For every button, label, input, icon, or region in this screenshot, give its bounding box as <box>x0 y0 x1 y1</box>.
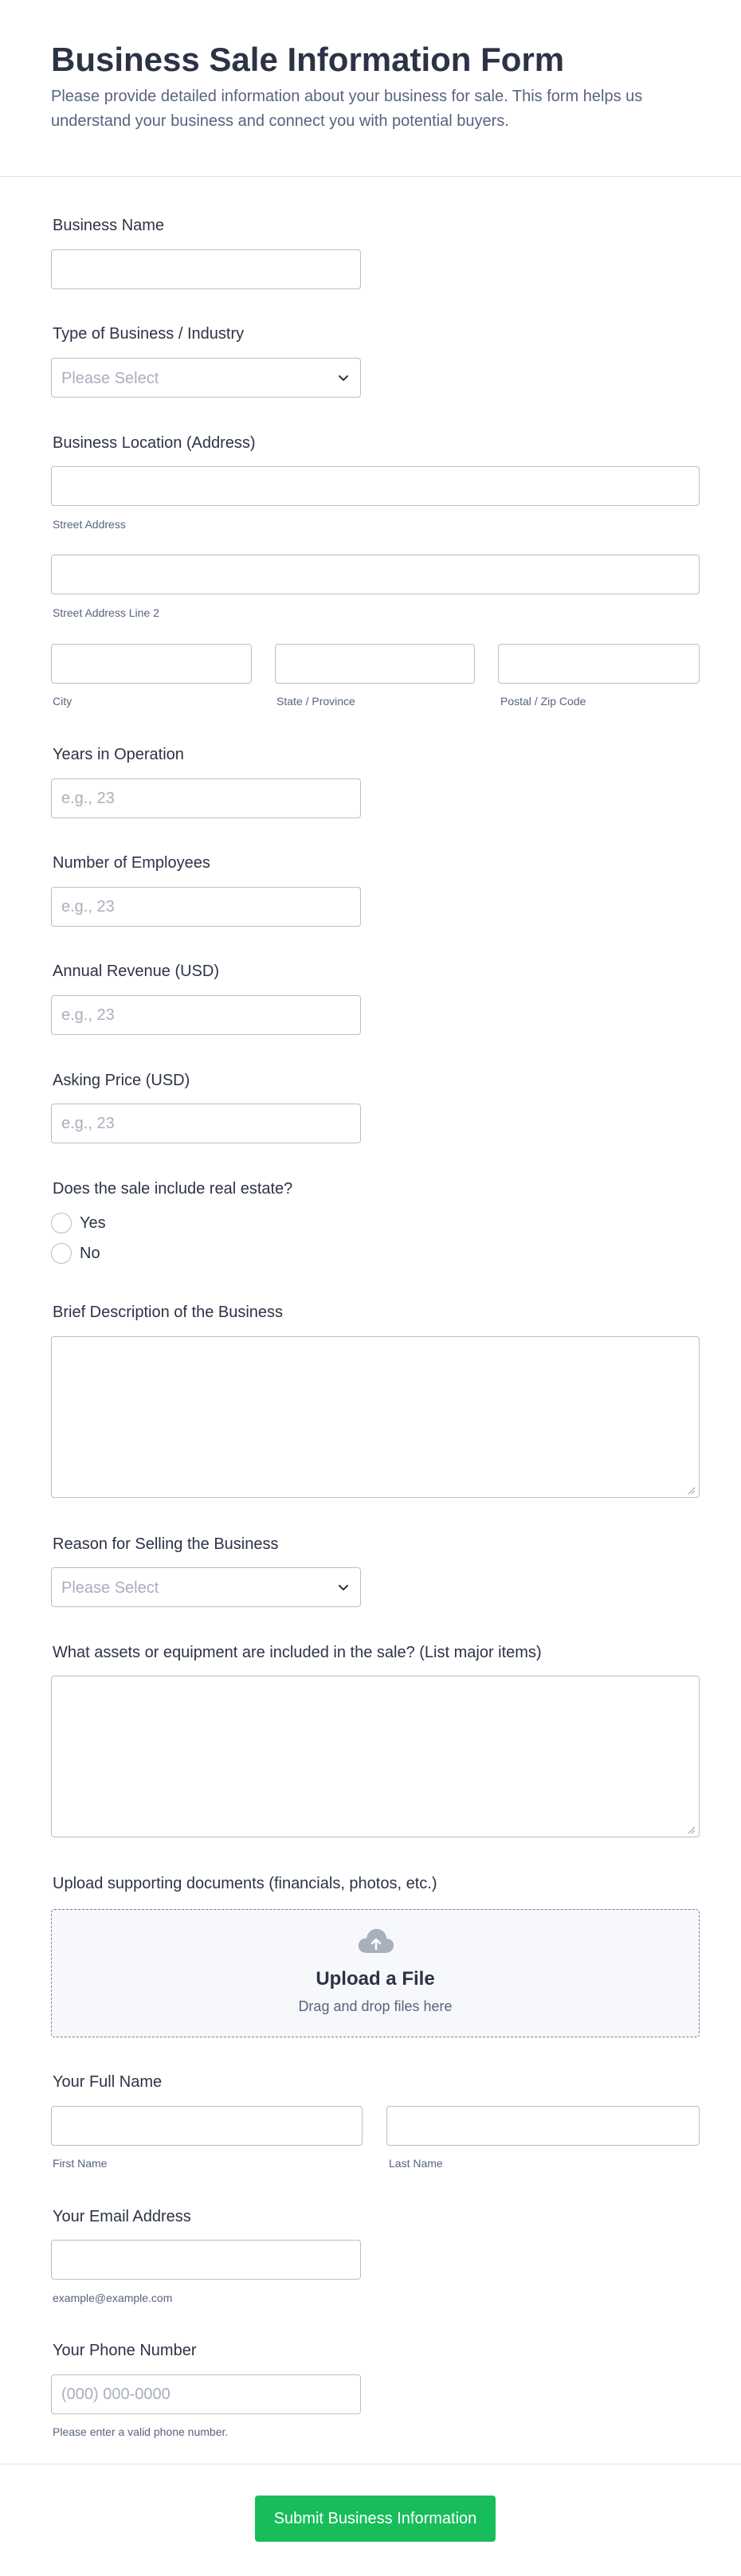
upload-hint: Drag and drop files here <box>298 1998 453 2014</box>
location-label: Business Location (Address) <box>53 434 256 452</box>
form-header: Business Sale Information Form Please pr… <box>0 0 741 177</box>
asking-price-label: Asking Price (USD) <box>53 1072 190 1089</box>
last-name-input[interactable] <box>386 2106 700 2146</box>
asking-price-input[interactable] <box>51 1104 361 1143</box>
reason-select-value: Please Select <box>61 1579 159 1597</box>
chevron-down-icon <box>339 375 348 381</box>
assets-label: What assets or equipment are included in… <box>53 1644 542 1661</box>
street-address-line2-input[interactable] <box>51 555 700 594</box>
page-subtitle: Please provide detailed information abou… <box>51 88 643 130</box>
business-type-select-value: Please Select <box>61 370 159 387</box>
file-upload-dropzone[interactable]: Upload a File Drag and drop files here <box>51 1909 700 2037</box>
postal-code-input[interactable] <box>498 644 700 684</box>
street-address-line2-sublabel: Street Address Line 2 <box>53 606 159 619</box>
form-page: Business Sale Information Form Please pr… <box>0 0 741 2576</box>
postal-code-sublabel: Postal / Zip Code <box>500 695 586 708</box>
revenue-input[interactable] <box>51 995 361 1035</box>
employees-label: Number of Employees <box>53 854 210 872</box>
years-label: Years in Operation <box>53 746 184 763</box>
real-estate-yes-label[interactable]: Yes <box>80 1213 106 1233</box>
description-textarea[interactable] <box>51 1336 700 1498</box>
years-input[interactable] <box>51 778 361 818</box>
street-address-sublabel: Street Address <box>53 518 126 531</box>
phone-label: Your Phone Number <box>53 2342 197 2359</box>
phone-input[interactable] <box>51 2374 361 2414</box>
last-name-sublabel: Last Name <box>389 2157 443 2170</box>
state-sublabel: State / Province <box>276 695 355 708</box>
first-name-sublabel: First Name <box>53 2157 108 2170</box>
email-label: Your Email Address <box>53 2208 191 2225</box>
email-hint: example@example.com <box>53 2292 173 2304</box>
chevron-down-icon <box>339 1585 348 1590</box>
real-estate-label: Does the sale include real estate? <box>53 1180 293 1198</box>
phone-hint: Please enter a valid phone number. <box>53 2425 229 2438</box>
state-input[interactable] <box>275 644 475 684</box>
email-input[interactable] <box>51 2240 361 2280</box>
employees-input[interactable] <box>51 887 361 927</box>
resize-handle-icon[interactable] <box>686 1825 696 1834</box>
upload-title: Upload a File <box>316 1968 435 1990</box>
revenue-label: Annual Revenue (USD) <box>53 963 219 980</box>
real-estate-yes-radio[interactable] <box>51 1213 72 1233</box>
full-name-label: Your Full Name <box>53 2073 163 2091</box>
first-name-input[interactable] <box>51 2106 363 2146</box>
page-title: Business Sale Information Form <box>51 41 565 78</box>
city-input[interactable] <box>51 644 252 684</box>
city-sublabel: City <box>53 695 73 708</box>
business-type-select[interactable]: Please Select <box>51 358 361 398</box>
resize-handle-icon[interactable] <box>686 1485 696 1495</box>
reason-label: Reason for Selling the Business <box>53 1535 279 1553</box>
street-address-input[interactable] <box>51 466 700 506</box>
real-estate-no-radio[interactable] <box>51 1243 72 1264</box>
cloud-upload-icon <box>358 1928 394 1953</box>
real-estate-no-label[interactable]: No <box>80 1243 100 1264</box>
assets-textarea[interactable] <box>51 1676 700 1837</box>
business-type-label: Type of Business / Industry <box>53 325 245 343</box>
submit-button[interactable]: Submit Business Information <box>255 2496 496 2542</box>
upload-label: Upload supporting documents (financials,… <box>53 1875 437 1892</box>
reason-select[interactable]: Please Select <box>51 1567 361 1607</box>
business-name-input[interactable] <box>51 249 361 289</box>
description-label: Brief Description of the Business <box>53 1304 284 1321</box>
business-name-label: Business Name <box>53 217 165 234</box>
